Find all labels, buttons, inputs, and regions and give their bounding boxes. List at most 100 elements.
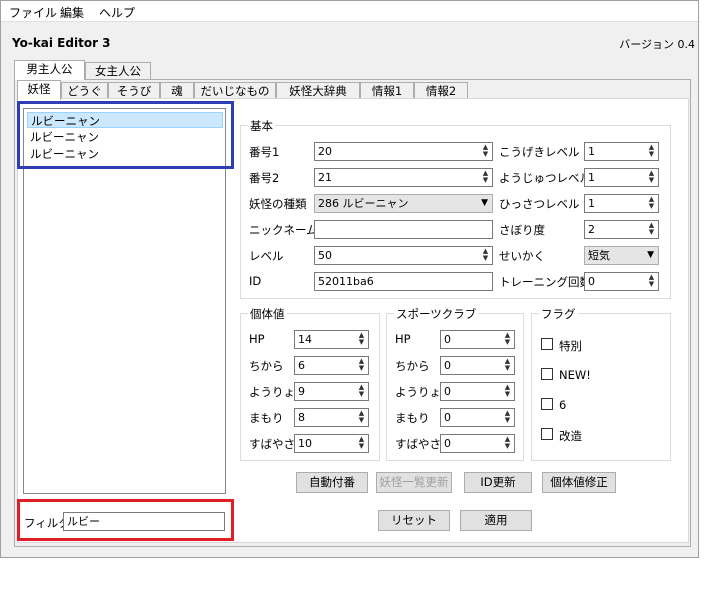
flag-special-label: 特別 bbox=[559, 339, 582, 353]
spinner-arrows-icon[interactable]: ▲ ▼ bbox=[502, 436, 513, 451]
flag-6-label: 6 bbox=[559, 398, 567, 412]
number1-value: 20 bbox=[318, 145, 332, 158]
iv-speed-spinner[interactable]: 10 ▲ ▼ bbox=[294, 434, 369, 453]
number2-spinner[interactable]: 21 ▲ ▼ bbox=[314, 168, 493, 187]
basic-group-title: 基本 bbox=[248, 118, 275, 134]
tab-female-protagonist[interactable]: 女主人公 bbox=[85, 62, 151, 80]
number2-value: 21 bbox=[318, 171, 332, 184]
iv-hp-label: HP bbox=[249, 332, 265, 346]
chevron-down-icon: ▼ bbox=[481, 198, 488, 208]
iv-speed-value: 10 bbox=[298, 437, 312, 450]
spinner-arrows-icon[interactable]: ▲ ▼ bbox=[356, 384, 367, 399]
spinner-arrows-icon[interactable]: ▲ ▼ bbox=[502, 332, 513, 347]
iv-hp-spinner[interactable]: 14 ▲ ▼ bbox=[294, 330, 369, 349]
sports-speed-spinner[interactable]: 0 ▲ ▼ bbox=[440, 434, 515, 453]
flag-modded-label: 改造 bbox=[559, 429, 582, 443]
spinner-arrows-icon[interactable]: ▲ ▼ bbox=[480, 170, 491, 185]
spinner-arrows-icon[interactable]: ▲ ▼ bbox=[502, 358, 513, 373]
attack-level-label: こうげきレベル bbox=[499, 145, 580, 159]
iv-strength-spinner[interactable]: 6 ▲ ▼ bbox=[294, 356, 369, 375]
sports-speed-value: 0 bbox=[444, 437, 451, 450]
menu-help[interactable]: ヘルプ bbox=[99, 4, 135, 21]
sports-strength-spinner[interactable]: 0 ▲ ▼ bbox=[440, 356, 515, 375]
chevron-down-icon: ▼ bbox=[647, 250, 654, 260]
level-value: 50 bbox=[318, 249, 332, 262]
version-label: バージョン 0.4 bbox=[619, 38, 695, 51]
spinner-arrows-icon[interactable]: ▲ ▼ bbox=[356, 410, 367, 425]
technique-level-value: 1 bbox=[588, 171, 595, 184]
spinner-arrows-icon[interactable]: ▲ ▼ bbox=[356, 436, 367, 451]
nickname-input[interactable] bbox=[314, 220, 493, 239]
soultimate-level-label: ひっさつレベル bbox=[499, 197, 580, 211]
iv-hp-value: 14 bbox=[298, 333, 312, 346]
spinner-arrows-icon[interactable]: ▲ ▼ bbox=[356, 358, 367, 373]
iv-strength-label: ちから bbox=[249, 359, 284, 373]
soultimate-level-spinner[interactable]: 1 ▲ ▼ bbox=[584, 194, 659, 213]
sports-speed-label: すばやさ bbox=[395, 437, 441, 451]
training-count-label: トレーニング回数 bbox=[499, 275, 591, 289]
reset-button[interactable]: リセット bbox=[378, 510, 450, 531]
flags-group-title: フラグ bbox=[539, 306, 578, 322]
level-spinner[interactable]: 50 ▲ ▼ bbox=[314, 246, 493, 265]
iv-group-title: 個体値 bbox=[248, 306, 287, 322]
refresh-yokai-list-button[interactable]: 妖怪一覧更新 bbox=[376, 472, 452, 493]
technique-level-label: ようじゅつレベル bbox=[499, 171, 591, 185]
personality-label: せいかく bbox=[499, 249, 545, 263]
flag-new-label: NEW! bbox=[559, 368, 591, 382]
spinner-arrows-icon[interactable]: ▲ ▼ bbox=[480, 248, 491, 263]
spinner-arrows-icon[interactable]: ▲ ▼ bbox=[646, 222, 657, 237]
spinner-arrows-icon[interactable]: ▲ ▼ bbox=[646, 144, 657, 159]
menu-edit[interactable]: 編集 bbox=[60, 4, 84, 21]
nickname-label: ニックネーム bbox=[249, 223, 318, 237]
sports-spirit-value: 0 bbox=[444, 385, 451, 398]
sports-defense-spinner[interactable]: 0 ▲ ▼ bbox=[440, 408, 515, 427]
spinner-arrows-icon[interactable]: ▲ ▼ bbox=[480, 144, 491, 159]
flag-new-checkbox[interactable] bbox=[541, 368, 553, 380]
iv-defense-spinner[interactable]: 8 ▲ ▼ bbox=[294, 408, 369, 427]
training-count-spinner[interactable]: 0 ▲ ▼ bbox=[584, 272, 659, 291]
menu-bar: ファイル 編集 ヘルプ bbox=[1, 1, 698, 21]
slacking-spinner[interactable]: 2 ▲ ▼ bbox=[584, 220, 659, 239]
iv-strength-value: 6 bbox=[298, 359, 305, 372]
flag-modded-checkbox[interactable] bbox=[541, 428, 553, 440]
slacking-label: さぼり度 bbox=[499, 223, 545, 237]
menu-file[interactable]: ファイル bbox=[9, 4, 57, 21]
number1-spinner[interactable]: 20 ▲ ▼ bbox=[314, 142, 493, 161]
personality-dropdown[interactable]: 短気 ▼ bbox=[584, 246, 659, 265]
training-count-value: 0 bbox=[588, 275, 595, 288]
tab-yokai[interactable]: 妖怪 bbox=[17, 80, 61, 100]
attack-level-value: 1 bbox=[588, 145, 595, 158]
flag-special-checkbox[interactable] bbox=[541, 338, 553, 350]
spinner-arrows-icon[interactable]: ▲ ▼ bbox=[646, 196, 657, 211]
id-label: ID bbox=[249, 274, 262, 288]
app-title: Yo-kai Editor 3 bbox=[12, 36, 111, 50]
list-highlight-box bbox=[17, 101, 234, 169]
id-input[interactable]: 52011ba6 bbox=[314, 272, 493, 291]
filter-highlight-box bbox=[17, 499, 234, 541]
soultimate-level-value: 1 bbox=[588, 197, 595, 210]
kind-dropdown[interactable]: 286 ルビーニャン ▼ bbox=[314, 194, 493, 213]
iv-spirit-spinner[interactable]: 9 ▲ ▼ bbox=[294, 382, 369, 401]
auto-number-button[interactable]: 自動付番 bbox=[296, 472, 368, 493]
number2-label: 番号2 bbox=[249, 171, 280, 185]
spinner-arrows-icon[interactable]: ▲ ▼ bbox=[502, 410, 513, 425]
sports-hp-spinner[interactable]: 0 ▲ ▼ bbox=[440, 330, 515, 349]
kind-value: 286 ルビーニャン bbox=[318, 197, 409, 210]
fix-iv-button[interactable]: 個体値修正 bbox=[542, 472, 616, 493]
spinner-arrows-icon[interactable]: ▲ ▼ bbox=[502, 384, 513, 399]
spinner-arrows-icon[interactable]: ▲ ▼ bbox=[646, 170, 657, 185]
sports-strength-label: ちから bbox=[395, 359, 430, 373]
apply-button[interactable]: 適用 bbox=[460, 510, 532, 531]
spinner-arrows-icon[interactable]: ▲ ▼ bbox=[356, 332, 367, 347]
update-id-button[interactable]: ID更新 bbox=[464, 472, 532, 493]
level-label: レベル bbox=[249, 249, 284, 263]
sports-club-group-title: スポーツクラブ bbox=[394, 306, 479, 322]
attack-level-spinner[interactable]: 1 ▲ ▼ bbox=[584, 142, 659, 161]
flag-6-checkbox[interactable] bbox=[541, 398, 553, 410]
sports-spirit-spinner[interactable]: 0 ▲ ▼ bbox=[440, 382, 515, 401]
technique-level-spinner[interactable]: 1 ▲ ▼ bbox=[584, 168, 659, 187]
personality-value: 短気 bbox=[588, 249, 610, 262]
sports-defense-value: 0 bbox=[444, 411, 451, 424]
tab-male-protagonist[interactable]: 男主人公 bbox=[14, 60, 85, 80]
spinner-arrows-icon[interactable]: ▲ ▼ bbox=[646, 274, 657, 289]
